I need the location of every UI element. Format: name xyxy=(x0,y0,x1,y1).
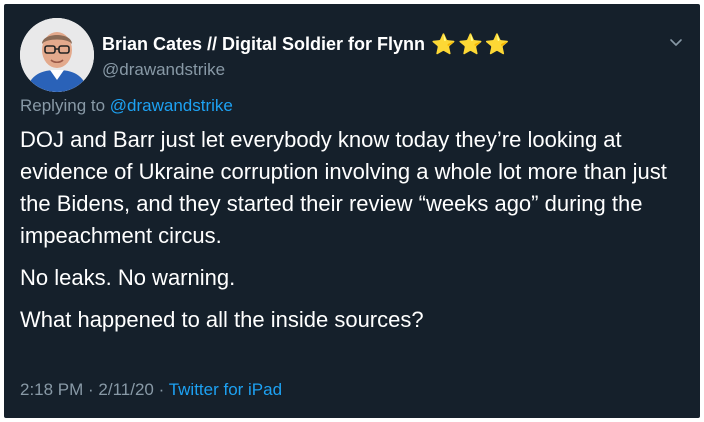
reply-mention-link[interactable]: @drawandstrike xyxy=(110,96,233,115)
tweet-paragraph: What happened to all the inside sources? xyxy=(20,307,424,332)
avatar[interactable] xyxy=(20,18,94,92)
replying-to-label: Replying to xyxy=(20,96,110,115)
tweet-meta: 2:18 PM · 2/11/20 · Twitter for iPad xyxy=(20,380,282,400)
tweet-timestamp[interactable]: 2:18 PM · 2/11/20 · xyxy=(20,380,169,399)
tweet-paragraph: No leaks. No warning. xyxy=(20,265,236,290)
chevron-down-icon[interactable] xyxy=(668,36,684,48)
tweet-card: Brian Cates // Digital Soldier for Flynn… xyxy=(4,4,700,418)
tweet-text: DOJ and Barr just let everybody know tod… xyxy=(20,124,690,346)
author-handle[interactable]: @drawandstrike xyxy=(102,60,225,80)
author-display-name[interactable]: Brian Cates // Digital Soldier for Flynn xyxy=(102,34,425,55)
tweet-source-link[interactable]: Twitter for iPad xyxy=(169,380,282,399)
star-emoji-icons: ⭐⭐⭐ xyxy=(431,34,512,56)
avatar-photo xyxy=(20,18,94,92)
author-name-row[interactable]: Brian Cates // Digital Soldier for Flynn… xyxy=(102,32,512,57)
replying-to: Replying to @drawandstrike xyxy=(20,96,233,116)
tweet-paragraph: DOJ and Barr just let everybody know tod… xyxy=(20,127,667,248)
